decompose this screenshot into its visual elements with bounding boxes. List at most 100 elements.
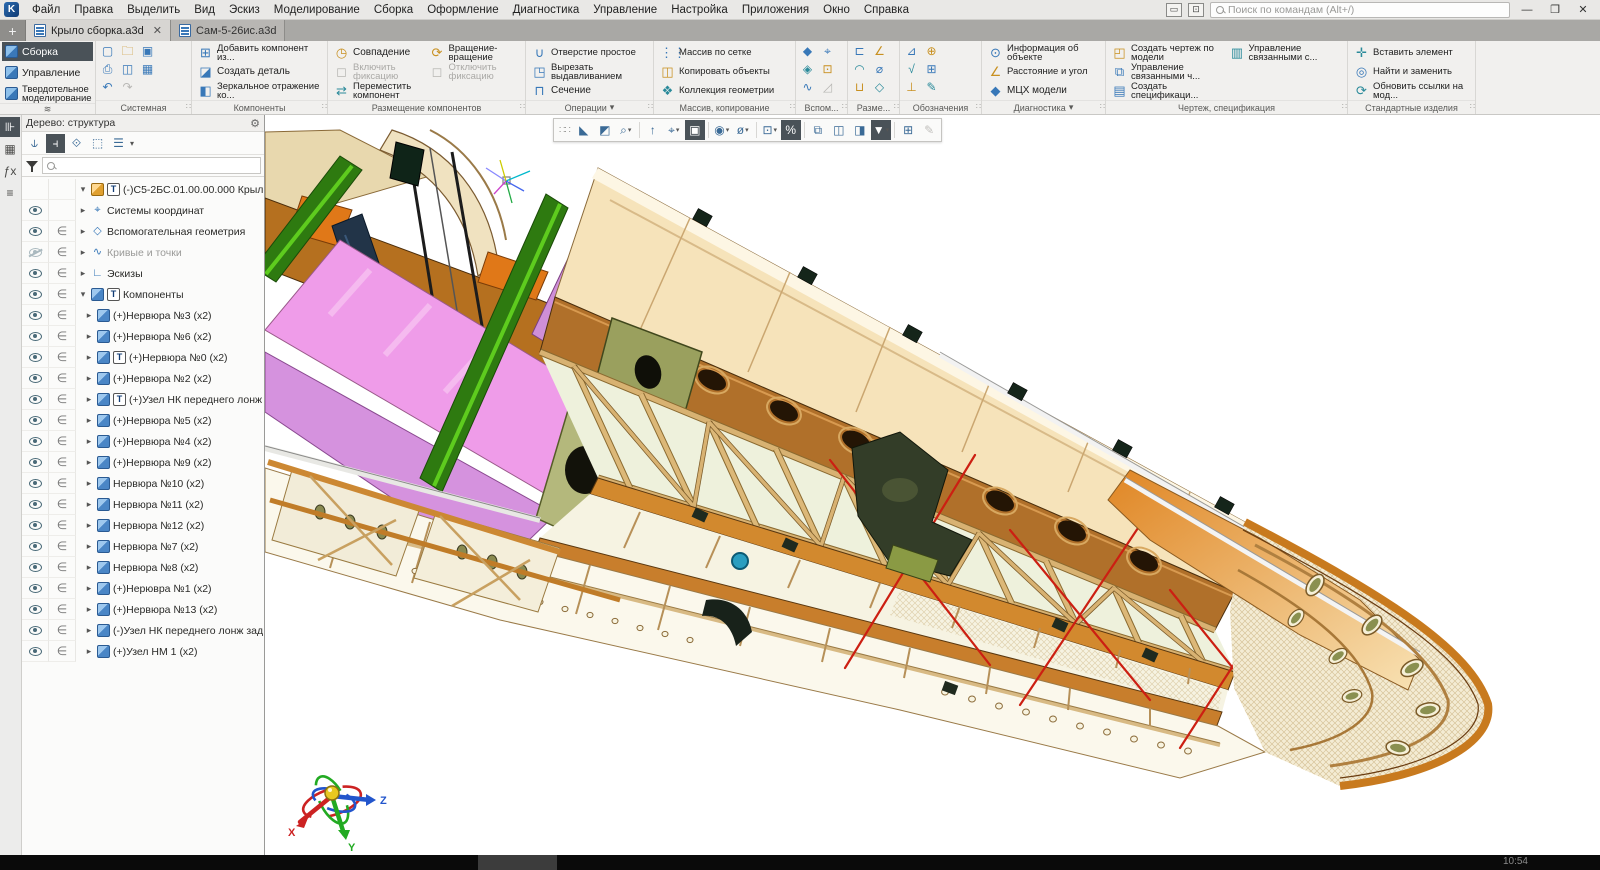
aux-surface-icon[interactable]: ◈ (800, 61, 815, 76)
module-1[interactable]: Сборка (2, 42, 93, 61)
tree-row[interactable]: ∈▸Нервюра №8 (x2) (22, 557, 264, 578)
note-datum-icon[interactable]: ⊕ (924, 43, 939, 58)
tree-row[interactable]: ∈▸(-)Узел НК переднего лонж зад (x (22, 620, 264, 641)
ribbon-button[interactable]: ∪Отверстие простое (530, 43, 649, 62)
eye-visible-icon[interactable] (29, 563, 42, 572)
sketch-instance-icon[interactable]: ◩ (595, 120, 615, 140)
aux-spline-icon[interactable]: ◿ (820, 79, 835, 94)
tree-row[interactable]: ∈▸Т(+)Узел НК переднего лонж пе (22, 389, 264, 410)
tree-row[interactable]: ∈▸Нервюра №11 (x2) (22, 494, 264, 515)
aux-point-icon[interactable]: ⊡ (820, 61, 835, 76)
tree-row[interactable]: ∈▸Т(+)Нервюра №0 (x2) (22, 347, 264, 368)
open-folder-icon[interactable]: 🗀 (120, 43, 135, 58)
tree-view-1-icon[interactable]: ⫝ (25, 134, 44, 153)
ribbon-button[interactable]: ▤Создать спецификаци... (1110, 81, 1226, 100)
eye-visible-icon[interactable] (29, 479, 42, 488)
print-icon[interactable]: ⎙ (100, 61, 115, 76)
menu-13[interactable]: Окно (816, 2, 857, 18)
menu-10[interactable]: Управление (586, 2, 664, 18)
tree-row[interactable]: ∈▸(+)Нерювра №1 (x2) (22, 578, 264, 599)
close-button[interactable]: ✕ (1572, 3, 1594, 16)
ribbon-button[interactable]: ◰Создать чертеж по модели (1110, 43, 1226, 62)
eye-visible-icon[interactable] (29, 605, 42, 614)
expander-icon[interactable]: ▸ (84, 373, 94, 384)
screen-mode-icon[interactable]: ⊡ (1188, 3, 1204, 17)
tree-row[interactable]: ∈▸∟Эскизы (22, 263, 264, 284)
section-view-icon[interactable]: ⊞ (898, 120, 918, 140)
filter-icon[interactable]: ▼▾ (871, 120, 891, 140)
tree-search-input[interactable] (42, 157, 261, 174)
ribbon-button[interactable]: ⟳Вращение-вращение (428, 43, 522, 62)
undo-icon[interactable]: ↶ (100, 79, 115, 94)
expander-icon[interactable]: ▸ (84, 331, 94, 342)
tree-view-2-icon[interactable]: ⫞ (46, 134, 65, 153)
eye-visible-icon[interactable] (29, 269, 42, 278)
eye-visible-icon[interactable] (29, 542, 42, 551)
scene-settings-icon[interactable]: ◨ (850, 120, 870, 140)
preview-icon[interactable]: ◫ (120, 61, 135, 76)
expander-icon[interactable]: ▸ (84, 562, 94, 573)
ribbon-section-label[interactable]: Компоненты∷ (192, 100, 327, 114)
ribbon-section-label[interactable]: Стандартные изделия∷ (1348, 100, 1475, 114)
dim-chain-icon[interactable]: ◇ (872, 79, 887, 94)
model-viewport[interactable]: ∷∷◣◩⌕▾↑⌖▾▣◉▾ø▾⊡▾%⧉◫◨▼▾⊞✎ (265, 115, 1600, 855)
clipboard-icon[interactable]: ⧉ (808, 120, 828, 140)
eye-visible-icon[interactable] (29, 416, 42, 425)
new-tab-button[interactable]: + (0, 20, 26, 41)
ribbon-section-label[interactable]: Чертеж, спецификация∷ (1106, 100, 1347, 114)
expander-icon[interactable]: ▾ (78, 289, 88, 300)
expander-icon[interactable]: ▸ (84, 625, 94, 636)
ghost-icon[interactable]: ⬚ (88, 134, 107, 153)
menu-8[interactable]: Оформление (420, 2, 505, 18)
expander-icon[interactable]: ▸ (84, 499, 94, 510)
report-icon[interactable]: ▦ (0, 139, 20, 159)
expander-icon[interactable]: ▸ (84, 583, 94, 594)
eye-visible-icon[interactable] (29, 626, 42, 635)
eye-visible-icon[interactable] (29, 206, 42, 215)
snap-icon[interactable]: % (781, 120, 801, 140)
dim-angle-icon[interactable]: ∠ (872, 43, 887, 58)
filter-funnel-icon[interactable] (25, 159, 39, 173)
tree-row[interactable]: ∈▸(+)Нервюра №4 (x2) (22, 431, 264, 452)
eye-visible-icon[interactable] (29, 500, 42, 509)
eye-hidden-icon[interactable] (29, 248, 42, 257)
menu-3[interactable]: Выделить (120, 2, 187, 18)
expander-icon[interactable]: ▸ (84, 394, 94, 405)
ribbon-section-label[interactable]: Системная∷ (96, 100, 191, 114)
aux-curve-icon[interactable]: ∿ (800, 79, 815, 94)
ribbon-section-label[interactable]: Вспом...∷ (796, 100, 847, 114)
tree-tools-dropdown-icon[interactable]: ▾ (130, 139, 134, 148)
expander-icon[interactable]: ▸ (84, 541, 94, 552)
ribbon-section-label[interactable]: Размещение компонентов∷ (328, 100, 525, 114)
eye-visible-icon[interactable] (29, 521, 42, 530)
minimize-button[interactable]: — (1516, 4, 1538, 16)
tree-row[interactable]: ∈▸◇Вспомогательная геометрия (22, 221, 264, 242)
new-document-icon[interactable]: ▢ (100, 43, 115, 58)
wing-3d-model[interactable]: X Y Z (265, 115, 1600, 855)
restore-button[interactable]: ❐ (1544, 3, 1566, 16)
note-leader-icon[interactable]: ⊿ (904, 43, 919, 58)
display-mode-icon[interactable]: ◉▾ (712, 120, 732, 140)
ribbon-button[interactable]: ⋮⋮Массив по сетке (658, 43, 776, 62)
fx-variables-icon[interactable]: ƒx (0, 161, 20, 181)
app-logo-icon[interactable]: K (4, 2, 19, 17)
menu-5[interactable]: Эскиз (222, 2, 267, 18)
save-all-icon[interactable]: ▦ (140, 61, 155, 76)
tree-row[interactable]: ∈▸(+)Нервюра №13 (x2) (22, 599, 264, 620)
ribbon-section-label[interactable]: Разме...∷ (848, 100, 899, 114)
ribbon-button[interactable]: ⊙Информация об объекте (986, 43, 1101, 62)
aux-plane-icon[interactable]: ◆ (800, 43, 815, 58)
dim-auto-icon[interactable]: ⊔ (852, 79, 867, 94)
ribbon-button[interactable]: ◷Совпадение (332, 43, 426, 62)
module-2[interactable]: Управление (2, 63, 93, 82)
menu-6[interactable]: Моделирование (267, 2, 367, 18)
taskbar-app-segment[interactable] (478, 855, 557, 870)
ribbon-button[interactable]: ◫Копировать объекты (658, 62, 776, 81)
tree-row[interactable]: ∈▸(+)Нервюра №9 (x2) (22, 452, 264, 473)
eye-visible-icon[interactable] (29, 290, 42, 299)
gear-icon[interactable]: ⚙ (250, 117, 260, 130)
module-3[interactable]: Твердотельное моделирование (2, 84, 93, 103)
layout-icon[interactable]: ▭ (1166, 3, 1182, 17)
menu-4[interactable]: Вид (187, 2, 222, 18)
ribbon-button[interactable]: ❖Коллекция геометрии (658, 81, 776, 100)
